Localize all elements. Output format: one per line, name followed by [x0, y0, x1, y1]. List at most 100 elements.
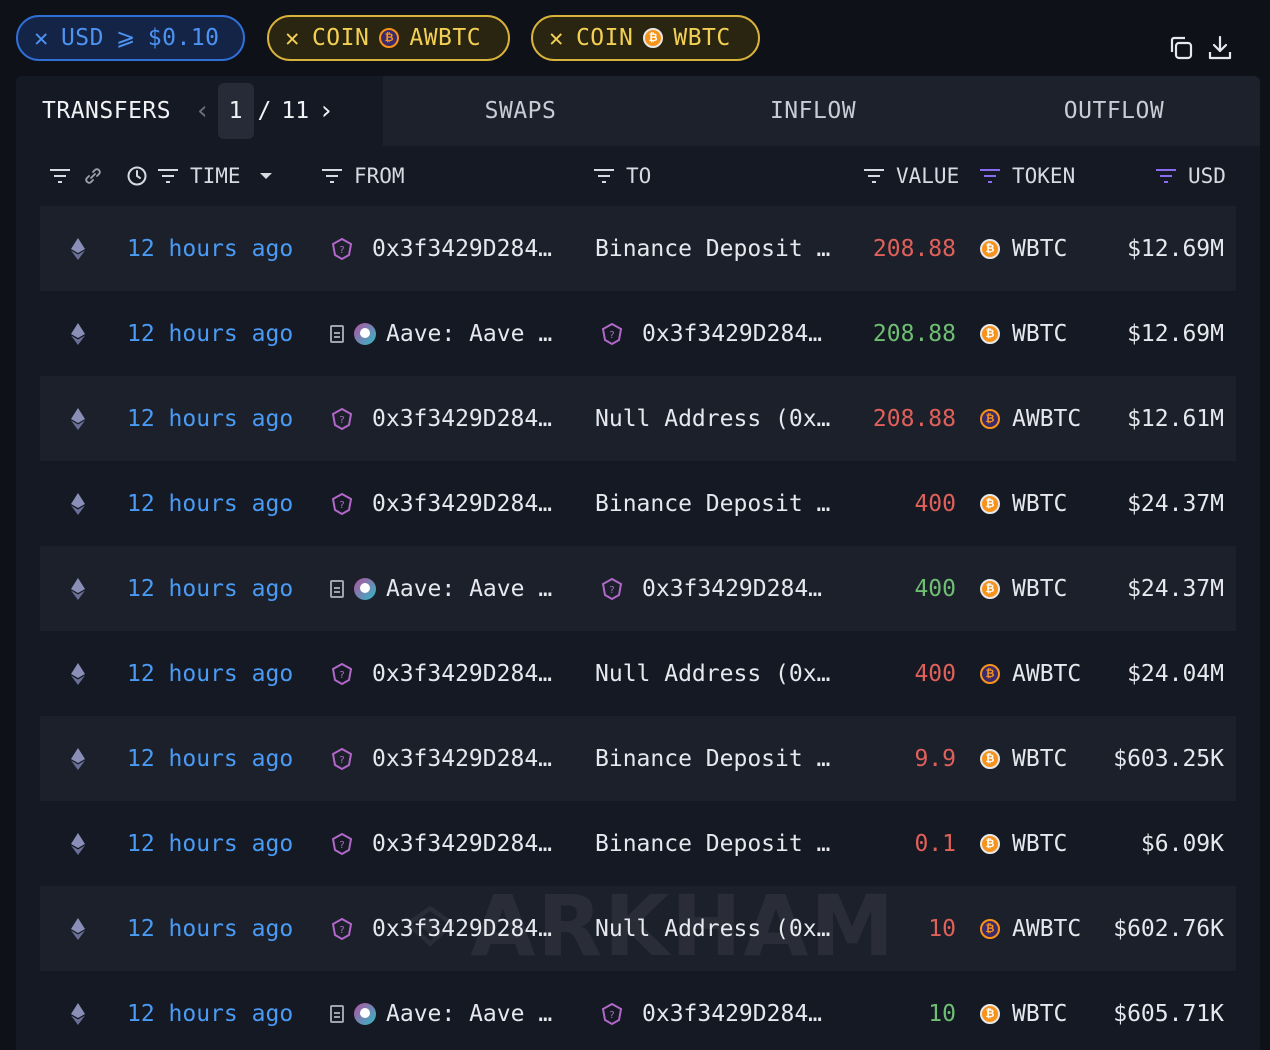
address-text[interactable]: 0x3f3429D284… [372, 661, 552, 687]
table-row[interactable]: 12 hours ago? 0x3f3429D284… Null Address (… [40, 631, 1236, 716]
time-link[interactable]: 12 hours ago [127, 376, 293, 461]
to-cell: Binance Deposit … [595, 461, 830, 546]
filter-icon[interactable] [50, 169, 70, 183]
from-column-header[interactable]: FROM [322, 146, 405, 206]
value-cell: 400 [914, 490, 956, 517]
copy-icon[interactable] [1167, 34, 1195, 62]
time-link[interactable]: 12 hours ago [127, 716, 293, 801]
token-cell[interactable]: ₿ WBTC [980, 291, 1067, 376]
tab-transfers[interactable]: TRANSFERS ‹ 1 / 11 › [16, 76, 383, 146]
filter-icon[interactable] [322, 169, 342, 183]
remove-filter-icon[interactable]: ✕ [285, 24, 300, 52]
entity-text[interactable]: Binance Deposit … [595, 236, 830, 262]
download-icon[interactable] [1206, 34, 1234, 62]
token-cell[interactable]: ₿ WBTC [980, 801, 1067, 886]
time-link[interactable]: 12 hours ago [127, 971, 293, 1050]
filter-active-icon[interactable] [1156, 169, 1176, 183]
filter-operator: ⩾ [116, 25, 136, 51]
table-row[interactable]: 12 hours ago? 0x3f3429D284… Binance Deposi… [40, 801, 1236, 886]
entity-text[interactable]: Aave: Aave … [386, 576, 552, 602]
time-link[interactable]: 12 hours ago [127, 631, 293, 716]
address-text[interactable]: 0x3f3429D284… [372, 491, 552, 517]
token-cell[interactable]: ₿ WBTC [980, 206, 1067, 291]
entity-text[interactable]: Binance Deposit … [595, 831, 830, 857]
filter-active-icon[interactable] [980, 169, 1000, 183]
token-cell[interactable]: ₿ AWBTC [980, 886, 1081, 971]
table-row[interactable]: 12 hours ago Aave: Aave …? 0x3f3429D284… 20… [40, 291, 1236, 376]
token-cell[interactable]: ₿ AWBTC [980, 631, 1081, 716]
token-cell[interactable]: ₿ WBTC [980, 546, 1067, 631]
tab-inflow[interactable]: INFLOW [658, 76, 968, 146]
time-header-label: TIME [190, 164, 241, 188]
remove-filter-icon[interactable]: ✕ [34, 24, 49, 52]
entity-text[interactable]: Aave: Aave … [386, 321, 552, 347]
token-cell[interactable]: ₿ AWBTC [980, 376, 1081, 461]
ethereum-chain-icon [70, 716, 86, 801]
svg-text:?: ? [609, 330, 614, 341]
table-row[interactable]: 12 hours ago Aave: Aave …? 0x3f3429D284… 10… [40, 971, 1236, 1050]
value-cell: 10 [928, 915, 956, 942]
usd-cell: $12.69M [1127, 320, 1224, 347]
chain-column-header[interactable] [50, 146, 104, 206]
address-text[interactable]: 0x3f3429D284… [372, 746, 552, 772]
time-link[interactable]: 12 hours ago [127, 886, 293, 971]
coin-filter-chip-awbtc[interactable]: ✕ COIN ₿ AWBTC [267, 15, 510, 61]
entity-text[interactable]: Null Address (0x… [595, 406, 830, 432]
to-cell: ? 0x3f3429D284… [600, 971, 822, 1050]
entity-text[interactable]: Binance Deposit … [595, 491, 830, 517]
value-column-header[interactable]: VALUE [864, 146, 959, 206]
entity-text[interactable]: Null Address (0x… [595, 661, 830, 687]
table-row[interactable]: 12 hours ago? 0x3f3429D284… Binance Deposi… [40, 206, 1236, 291]
table-row[interactable]: 12 hours ago? 0x3f3429D284… Binance Deposi… [40, 461, 1236, 546]
time-link[interactable]: 12 hours ago [127, 546, 293, 631]
token-symbol: WBTC [1012, 1000, 1068, 1027]
time-link[interactable]: 12 hours ago [127, 801, 293, 886]
address-text[interactable]: 0x3f3429D284… [372, 831, 552, 857]
pagination: ‹ 1 / 11 › [197, 83, 332, 139]
coin-filter-chip-wbtc[interactable]: ✕ COIN ₿ WBTC [531, 15, 760, 61]
remove-filter-icon[interactable]: ✕ [549, 24, 564, 52]
svg-text:?: ? [339, 925, 344, 936]
entity-text[interactable]: Null Address (0x… [595, 916, 830, 942]
token-cell[interactable]: ₿ WBTC [980, 461, 1067, 546]
token-cell[interactable]: ₿ WBTC [980, 971, 1067, 1050]
entity-text[interactable]: Aave: Aave … [386, 1001, 552, 1027]
table-row[interactable]: 12 hours ago? 0x3f3429D284… Null Address (… [40, 886, 1236, 971]
filter-icon[interactable] [864, 169, 884, 183]
table-row[interactable]: 12 hours ago Aave: Aave …? 0x3f3429D284… 40… [40, 546, 1236, 631]
time-link[interactable]: 12 hours ago [127, 206, 293, 291]
unknown-address-icon: ? [330, 747, 354, 771]
chevron-left-icon[interactable]: ‹ [197, 96, 207, 126]
time-link[interactable]: 12 hours ago [127, 291, 293, 376]
to-column-header[interactable]: TO [594, 146, 651, 206]
wbtc-token-icon: ₿ [980, 1003, 1000, 1024]
token-column-header[interactable]: TOKEN [980, 146, 1075, 206]
tab-swaps[interactable]: SWAPS [383, 76, 658, 146]
address-text[interactable]: 0x3f3429D284… [372, 406, 552, 432]
token-cell[interactable]: ₿ WBTC [980, 716, 1067, 801]
time-link[interactable]: 12 hours ago [127, 461, 293, 546]
address-text[interactable]: 0x3f3429D284… [642, 576, 822, 602]
token-symbol: AWBTC [1012, 660, 1082, 687]
entity-text[interactable]: Binance Deposit … [595, 746, 830, 772]
time-column-header[interactable]: TIME [126, 146, 273, 206]
address-text[interactable]: 0x3f3429D284… [372, 236, 552, 262]
sort-desc-icon[interactable] [259, 171, 273, 181]
link-icon[interactable] [82, 165, 104, 187]
table-row[interactable]: 12 hours ago? 0x3f3429D284… Binance Deposi… [40, 716, 1236, 801]
table-row[interactable]: 12 hours ago? 0x3f3429D284… Null Address (… [40, 376, 1236, 461]
chevron-right-icon[interactable]: › [321, 96, 331, 126]
clock-icon[interactable] [126, 165, 148, 187]
usd-column-header[interactable]: USD [1156, 146, 1226, 206]
address-text[interactable]: 0x3f3429D284… [642, 321, 822, 347]
token-symbol: AWBTC [1012, 915, 1082, 942]
filter-icon[interactable] [594, 169, 614, 183]
address-text[interactable]: 0x3f3429D284… [372, 916, 552, 942]
filter-icon[interactable] [158, 169, 178, 183]
wbtc-token-icon: ₿ [980, 833, 1000, 854]
tab-outflow[interactable]: OUTFLOW [968, 76, 1260, 146]
usd-filter-chip[interactable]: ✕ USD ⩾ $0.10 [16, 15, 245, 61]
address-text[interactable]: 0x3f3429D284… [642, 1001, 822, 1027]
current-page[interactable]: 1 [217, 83, 254, 139]
ethereum-chain-icon [70, 631, 86, 716]
